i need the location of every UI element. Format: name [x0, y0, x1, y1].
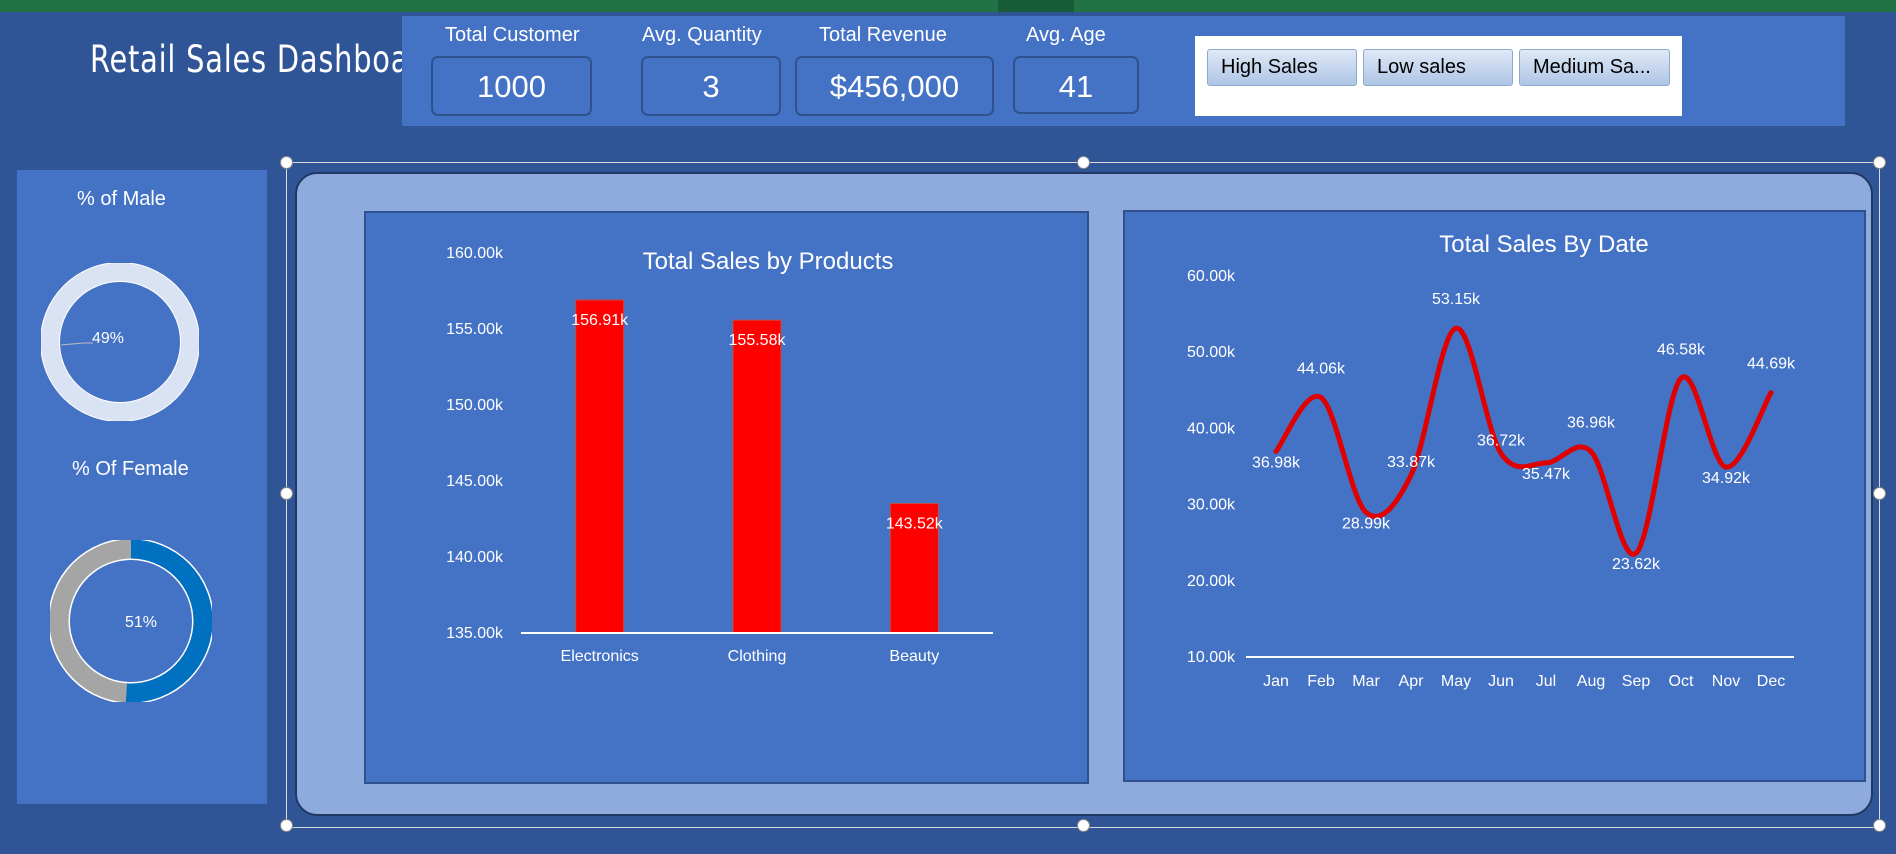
- male-chart-title: % of Male: [77, 188, 166, 210]
- kpi-total-revenue-value-text: $456,000: [829, 69, 960, 104]
- bar-y-tick: 155.00k: [446, 321, 504, 338]
- bar-x-tick: Clothing: [728, 648, 787, 665]
- bar-y-tick: 135.00k: [446, 625, 504, 642]
- line-chart-svg: Total Sales By Date 10.00k 20.00k 30.00k 40…: [1187, 231, 1796, 690]
- line-y-tick: 10.00k: [1187, 649, 1236, 666]
- slicer-medium-sales-button[interactable]: Medium Sa...: [1519, 49, 1670, 86]
- bar-chart-svg: Total Sales by Products 135.00k 140.00k 14…: [446, 245, 993, 665]
- sales-by-date-chart[interactable]: Total Sales By Date 10.00k 20.00k 30.00k 40…: [1123, 210, 1866, 782]
- line-y-tick: 60.00k: [1187, 268, 1236, 285]
- line-data-label: 44.69k: [1747, 356, 1796, 373]
- line-data-label: 46.58k: [1657, 341, 1706, 358]
- line-y-tick: 50.00k: [1187, 344, 1236, 361]
- bar-x-tick: Beauty: [889, 648, 939, 665]
- line-data-label: 34.92k: [1702, 470, 1751, 487]
- line-data-label: 23.62k: [1612, 556, 1661, 573]
- line-x-tick: Sep: [1622, 673, 1651, 690]
- line-data-label: 53.15k: [1432, 291, 1481, 308]
- bar-data-label: 155.58k: [729, 332, 787, 349]
- dashboard-title: Retail Sales Dashboard: [90, 38, 441, 81]
- line-data-label: 36.72k: [1477, 432, 1526, 449]
- active-tab-marker: [998, 0, 1074, 12]
- line-x-tick: Oct: [1669, 673, 1694, 690]
- resize-handle-top-left[interactable]: [280, 156, 293, 169]
- slicer-high-sales-button[interactable]: High Sales: [1207, 49, 1357, 86]
- kpi-total-customer-value[interactable]: 1000: [431, 56, 592, 116]
- line-x-tick: Aug: [1577, 673, 1605, 690]
- kpi-avg-age-label: Avg. Age: [1026, 24, 1106, 46]
- kpi-avg-quantity-value-text: 3: [702, 69, 720, 104]
- gender-panel: % of Male 49% % Of Female 51%: [17, 170, 267, 804]
- female-chart-title: % Of Female: [72, 458, 189, 480]
- line-data-label: 44.06k: [1297, 360, 1346, 377]
- male-percent-label: 49%: [92, 330, 125, 347]
- bar-y-tick: 145.00k: [446, 473, 504, 490]
- kpi-total-customer-label: Total Customer: [445, 24, 580, 46]
- resize-handle-right[interactable]: [1873, 487, 1886, 500]
- line-x-tick: Feb: [1307, 673, 1335, 690]
- male-leader-line: [60, 342, 93, 346]
- kpi-avg-age-value[interactable]: 41: [1013, 56, 1139, 114]
- slicer-low-sales-button[interactable]: Low sales: [1363, 49, 1513, 86]
- resize-handle-bottom[interactable]: [1077, 819, 1090, 832]
- line-x-tick: Jul: [1536, 673, 1556, 690]
- line-data-label: 33.87k: [1387, 454, 1436, 471]
- line-data-label: 36.96k: [1567, 415, 1616, 432]
- line-x-tick: Nov: [1712, 673, 1740, 690]
- line-x-tick: Apr: [1399, 673, 1425, 690]
- kpi-total-customer-value-text: 1000: [477, 69, 546, 104]
- line-x-tick: Jun: [1488, 673, 1514, 690]
- resize-handle-left[interactable]: [280, 487, 293, 500]
- line-x-tick: Dec: [1757, 673, 1785, 690]
- bar-y-tick: 160.00k: [446, 245, 504, 262]
- kpi-avg-quantity-label: Avg. Quantity: [642, 24, 762, 46]
- excel-title-bar: [0, 0, 1896, 12]
- resize-handle-bottom-left[interactable]: [280, 819, 293, 832]
- line-y-tick: 20.00k: [1187, 573, 1236, 590]
- bar-data-label: 156.91k: [571, 312, 629, 329]
- sales-category-slicer: High Sales Low sales Medium Sa...: [1195, 36, 1682, 116]
- resize-handle-bottom-right[interactable]: [1873, 819, 1886, 832]
- line-x-tick: Jan: [1263, 673, 1289, 690]
- bar-electronics[interactable]: [575, 299, 625, 634]
- line-y-tick: 30.00k: [1187, 497, 1236, 514]
- bar-clothing[interactable]: [732, 319, 782, 634]
- kpi-avg-age-value-text: 41: [1058, 69, 1094, 104]
- line-x-tick: Mar: [1352, 673, 1380, 690]
- bar-y-tick: 150.00k: [446, 397, 504, 414]
- bar-chart-title: Total Sales by Products: [643, 248, 894, 275]
- kpi-avg-quantity-value[interactable]: 3: [641, 56, 781, 116]
- line-data-label: 28.99k: [1342, 515, 1391, 532]
- line-data-label: 35.47k: [1522, 466, 1571, 483]
- bar-x-tick: Electronics: [561, 648, 639, 665]
- kpi-total-revenue-value[interactable]: $456,000: [795, 56, 994, 116]
- kpi-total-revenue-label: Total Revenue: [819, 24, 947, 46]
- line-x-tick: May: [1441, 673, 1471, 690]
- line-data-label: 36.98k: [1252, 454, 1301, 471]
- line-chart-title: Total Sales By Date: [1439, 231, 1648, 258]
- female-percent-label: 51%: [125, 614, 158, 631]
- bar-y-tick: 140.00k: [446, 549, 504, 566]
- resize-handle-top[interactable]: [1077, 156, 1090, 169]
- bar-data-label: 143.52k: [886, 515, 944, 532]
- line-y-tick: 40.00k: [1187, 420, 1236, 437]
- sales-by-products-chart[interactable]: Total Sales by Products 135.00k 140.00k 14…: [364, 211, 1089, 784]
- resize-handle-top-right[interactable]: [1873, 156, 1886, 169]
